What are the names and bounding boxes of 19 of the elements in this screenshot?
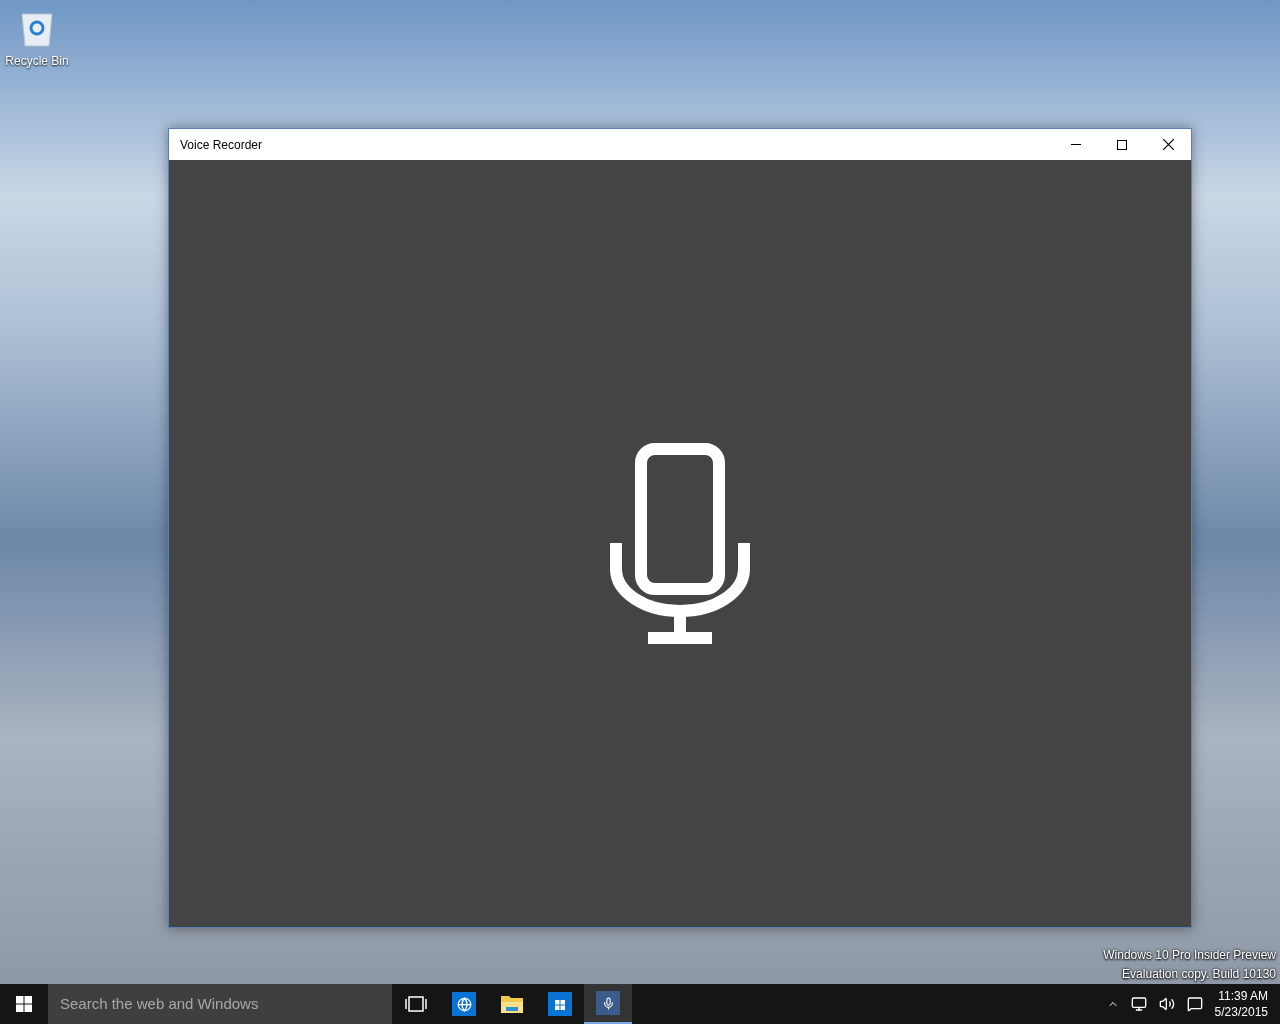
volume-icon[interactable] [1158,996,1175,1012]
search-field[interactable]: Search the web and Windows [48,984,392,1024]
task-view-icon [405,996,427,1012]
folder-icon [500,994,524,1014]
edition-watermark-text: Windows 10 Pro Insider Preview [1103,947,1276,964]
network-icon[interactable] [1130,996,1147,1012]
clock-time[interactable]: 11:39 AM [1218,988,1268,1004]
windows-logo-icon [16,996,32,1012]
notifications-icon[interactable] [1186,996,1203,1012]
microphone-icon[interactable] [610,442,750,645]
edition-watermark-text: Evaluation copy. Build 10130 [1122,966,1276,983]
minimize-icon [1071,144,1081,145]
microphone-icon [596,991,620,1015]
store-bag-icon [548,992,572,1016]
maximize-icon [1117,139,1127,150]
close-icon [1162,139,1174,150]
clock-date[interactable]: 5/23/2015 [1214,1004,1268,1020]
globe-icon [452,992,476,1016]
window-title: Voice Recorder [179,136,264,154]
